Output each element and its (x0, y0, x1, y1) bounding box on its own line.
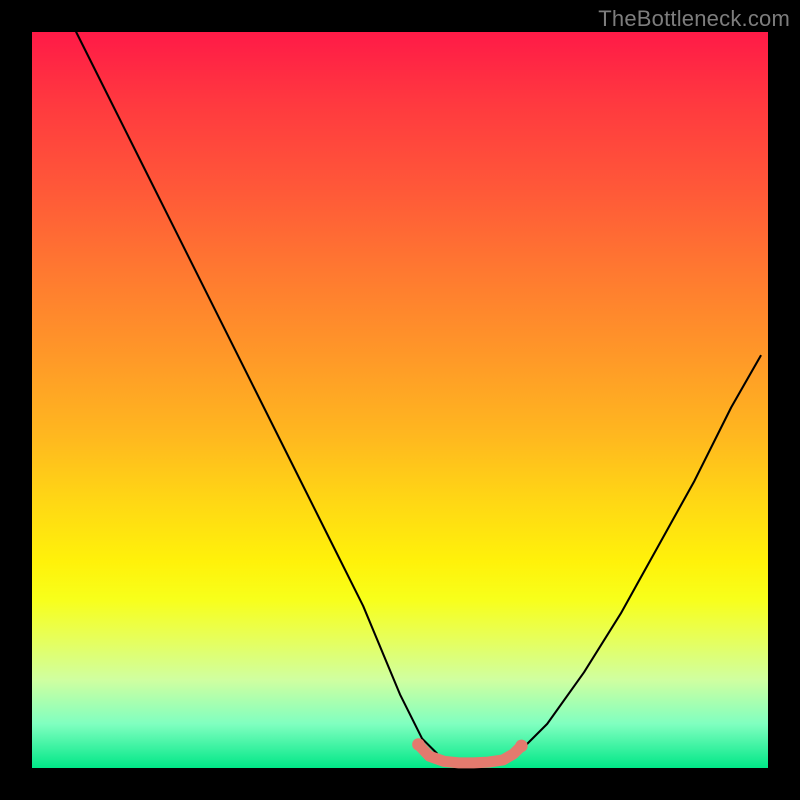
plot-area (32, 32, 768, 768)
chart-svg (32, 32, 768, 768)
series-right-curve (518, 356, 761, 753)
watermark-text: TheBottleneck.com (598, 6, 790, 32)
marker-left-dot (412, 738, 425, 751)
chart-frame: TheBottleneck.com (0, 0, 800, 800)
series-valley-highlight (418, 744, 521, 762)
series-left-curve (76, 32, 437, 753)
marker-right-dot (515, 740, 528, 753)
